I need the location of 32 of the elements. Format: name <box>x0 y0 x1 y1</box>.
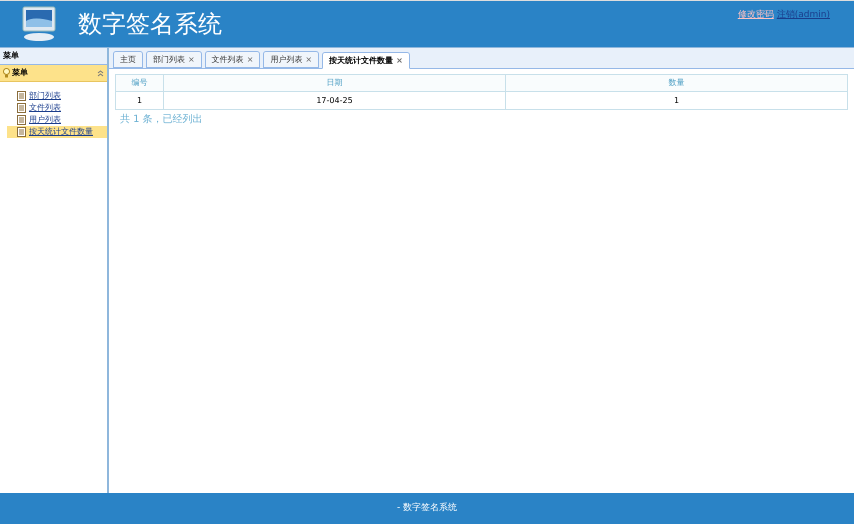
document-icon <box>17 103 26 113</box>
close-icon[interactable]: × <box>396 54 403 66</box>
tab[interactable]: 部门列表 × <box>146 51 202 68</box>
tab[interactable]: 用户列表 × <box>263 51 320 68</box>
menu-item[interactable]: 部门列表 <box>7 90 107 102</box>
table-cell-text: 1 <box>136 94 144 106</box>
table-cell: 17-04-25 <box>163 92 505 109</box>
tab[interactable]: 文件列表 × <box>204 51 260 68</box>
document-icon <box>17 127 26 137</box>
tab[interactable]: 按天统计文件数量 × <box>322 52 410 69</box>
sidebar-title: 菜单 <box>0 48 107 65</box>
monitor-icon <box>22 6 56 42</box>
panel-header[interactable]: 菜单 <box>0 65 107 82</box>
document-icon <box>17 115 26 125</box>
close-icon[interactable]: × <box>188 54 195 66</box>
document-icon <box>17 91 26 101</box>
menu-item[interactable]: 按天统计文件数量 <box>7 126 107 138</box>
column-header: 日期 <box>163 75 505 91</box>
menu-item[interactable]: 用户列表 <box>7 114 107 126</box>
summary-text: 共 1 条，已经列出 <box>119 112 204 127</box>
table-cell: 1 <box>505 92 847 109</box>
column-header: 编号 <box>130 77 148 89</box>
panel-title: 菜单 <box>12 67 28 79</box>
close-icon[interactable]: × <box>305 54 312 66</box>
footer-text: - 数字签名系统 <box>396 502 458 515</box>
app-title: 数字签名系统 <box>78 9 222 40</box>
column-header: 数量 <box>505 75 847 91</box>
collapse-icon[interactable] <box>97 70 104 76</box>
lightbulb-icon <box>3 68 10 78</box>
menu-item[interactable]: 文件列表 <box>7 102 107 114</box>
tab[interactable]: 主页 <box>113 51 143 68</box>
close-icon[interactable]: × <box>246 54 254 66</box>
